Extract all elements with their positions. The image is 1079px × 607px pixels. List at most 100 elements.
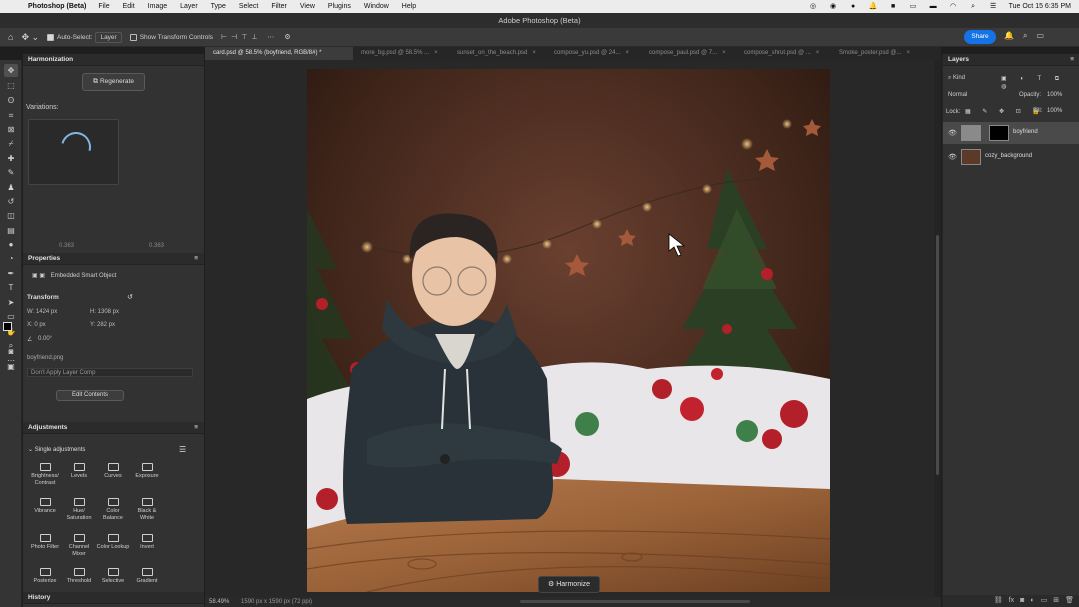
adj-color-balance[interactable]: Color Balance (96, 498, 130, 522)
frame-tool-icon[interactable]: ⊠ (4, 123, 18, 136)
scroll-thumb[interactable] (936, 235, 939, 475)
new-layer-icon[interactable]: ⊞ (1053, 595, 1059, 607)
eye-icon[interactable]: 👁 (948, 153, 957, 161)
align-icons[interactable]: ⊢⊣⊤⊥ ⋯ ⚙ (221, 33, 295, 41)
filter-icons[interactable]: ▣ ◐ T ⧉ ◍ (1001, 75, 1079, 90)
variation-thumbnail[interactable] (28, 119, 119, 185)
adj-hue-saturation[interactable]: Hue/ Saturation (62, 498, 96, 522)
layer-comp-dropdown[interactable]: Don't Apply Layer Comp (27, 368, 193, 377)
status-icon-2[interactable]: ◉ (829, 3, 838, 11)
path-select-icon[interactable]: ➤ (4, 296, 18, 309)
pen-tool-icon[interactable]: ✒ (4, 267, 18, 280)
app-menu[interactable]: Photoshop (Beta) (28, 3, 86, 10)
notification-icon[interactable]: 🔔 (869, 3, 878, 11)
adj-channel-mixer[interactable]: Channel Mixer (62, 534, 96, 558)
list-view-icon[interactable]: ☰ (179, 445, 186, 454)
tab-sunset[interactable]: sunset_on_the_beach.psd × (449, 47, 546, 60)
edit-contents-button[interactable]: Edit Contents (56, 390, 124, 401)
screen-mode-icon[interactable]: ▣ (4, 360, 18, 373)
stamp-tool-icon[interactable]: ♟ (4, 181, 18, 194)
adj-invert[interactable]: Invert (130, 534, 164, 551)
history-brush-icon[interactable]: ↺ (4, 195, 18, 208)
bell-icon[interactable]: 🔔 (1004, 31, 1014, 41)
workspace-icon[interactable]: ▭ (1036, 31, 1044, 41)
fx-icon[interactable]: fx (1009, 595, 1014, 607)
vertical-scrollbar[interactable] (934, 60, 941, 597)
adj-posterize[interactable]: Posterize (28, 568, 62, 585)
show-transform-checkbox[interactable] (129, 33, 137, 41)
close-icon[interactable]: × (722, 50, 726, 56)
horizontal-scrollbar[interactable] (520, 600, 750, 603)
harmonization-header[interactable]: Harmonization (23, 54, 204, 66)
foreground-color-swatch[interactable] (3, 322, 12, 331)
blend-mode-dropdown[interactable]: Normal (948, 92, 967, 98)
menu-layer[interactable]: Layer (180, 3, 198, 10)
layers-header[interactable]: Layers ≡ (943, 54, 1079, 66)
fill-value[interactable]: 100% (1047, 108, 1062, 114)
panel-menu-icon[interactable]: ≡ (194, 253, 198, 265)
mask-icon[interactable]: ◙ (1020, 595, 1024, 607)
tab-compose-yu[interactable]: compose_yu.psd @ 24... × (546, 47, 641, 60)
single-adjustments-section[interactable]: ⌄ Single adjustments (28, 446, 85, 453)
adj-levels[interactable]: Levels (62, 463, 96, 480)
menu-edit[interactable]: Edit (123, 3, 135, 10)
adobe-icon[interactable]: ■ (889, 3, 898, 11)
wifi-icon[interactable]: ◠ (949, 3, 958, 11)
adjustment-layer-icon[interactable]: ◐ (1030, 595, 1034, 607)
gradient-tool-icon[interactable]: ▤ (4, 224, 18, 237)
close-icon[interactable]: × (532, 50, 536, 56)
display-icon[interactable]: ▭ (909, 3, 918, 11)
properties-header[interactable]: Properties ≡ (23, 253, 204, 265)
opacity-value[interactable]: 100% (1047, 92, 1062, 98)
quick-mask-icon[interactable]: ◙ (4, 345, 18, 358)
regenerate-button[interactable]: ⧉ Regenerate (82, 73, 145, 91)
x-field[interactable]: X: 0 px (27, 322, 46, 328)
eyedropper-tool-icon[interactable]: ⌿ (4, 137, 18, 150)
close-icon[interactable]: × (625, 50, 629, 56)
close-icon[interactable]: × (906, 50, 910, 56)
menu-select[interactable]: Select (239, 3, 258, 10)
status-icon-1[interactable]: ◎ (809, 3, 818, 11)
adj-color-lookup[interactable]: Color Lookup (96, 534, 130, 551)
eraser-tool-icon[interactable]: ◫ (4, 209, 18, 222)
angle-field[interactable]: 0.00° (38, 336, 52, 342)
brush-tool-icon[interactable]: ✎ (4, 166, 18, 179)
menu-image[interactable]: Image (148, 3, 167, 10)
eye-icon[interactable]: 👁 (948, 129, 957, 137)
adj-black-white[interactable]: Black & White (130, 498, 164, 522)
adj-selective-color[interactable]: Selective (96, 568, 130, 585)
status-icon-3[interactable]: ● (849, 3, 858, 11)
zoom-level[interactable]: 58.49% (209, 599, 229, 605)
share-button[interactable]: Share (964, 30, 996, 44)
adj-threshold[interactable]: Threshold (62, 568, 96, 585)
width-field[interactable]: W: 1424 px (27, 309, 57, 315)
type-tool-icon[interactable]: T (4, 281, 18, 294)
tab-smoke-poster[interactable]: Smoke_poster.psd @... × (831, 47, 931, 60)
dodge-tool-icon[interactable]: ◔ (4, 252, 18, 265)
auto-select-dropdown[interactable]: Layer (95, 31, 122, 43)
menu-type[interactable]: Type (211, 3, 226, 10)
menu-view[interactable]: View (300, 3, 315, 10)
adj-gradient-map[interactable]: Gradient (130, 568, 164, 585)
history-header[interactable]: History (23, 592, 204, 604)
panel-menu-icon[interactable]: ≡ (194, 422, 198, 434)
menu-window[interactable]: Window (364, 3, 389, 10)
home-icon[interactable]: ⌂ (8, 32, 13, 42)
move-tool-preset[interactable]: ✥ ⌄ (21, 32, 39, 43)
menu-file[interactable]: File (98, 3, 109, 10)
layer-row-cozy-background[interactable]: 👁 cozy_background (943, 146, 1079, 168)
menu-filter[interactable]: Filter (271, 3, 287, 10)
tab-compose-shrut[interactable]: compose_shrut.psd @ ... × (736, 47, 831, 60)
marquee-tool-icon[interactable]: ⬚ (4, 79, 18, 92)
adj-vibrance[interactable]: Vibrance (28, 498, 62, 515)
adjustments-header[interactable]: Adjustments ≡ (23, 422, 204, 434)
crop-tool-icon[interactable]: ⌗ (4, 109, 18, 122)
close-icon[interactable]: × (434, 50, 438, 56)
menu-plugins[interactable]: Plugins (328, 3, 351, 10)
move-tool-icon[interactable]: ✥ (4, 64, 18, 77)
link-icon[interactable]: ⛓ (994, 595, 1003, 607)
blur-tool-icon[interactable]: ● (4, 238, 18, 251)
adj-photo-filter[interactable]: Photo Filter (28, 534, 62, 551)
tab-compose-paul[interactable]: compose_paul.psd @ 7... × (641, 47, 736, 60)
panel-menu-icon[interactable]: ≡ (1070, 54, 1074, 66)
